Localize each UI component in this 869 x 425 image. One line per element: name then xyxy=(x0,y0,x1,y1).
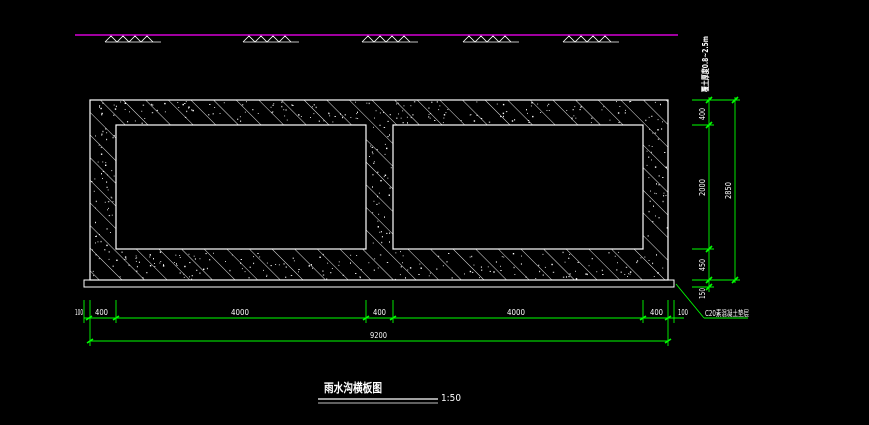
dim-top-slab: 400 xyxy=(698,108,707,120)
dim-cell-height: 2000 xyxy=(698,179,707,196)
dim-total-width: 9200 xyxy=(370,331,387,340)
dim-right-cell: 4000 xyxy=(507,308,525,317)
dim-right-wall: 400 xyxy=(650,308,663,317)
dim-cushion: 150 xyxy=(698,288,707,299)
dim-total-height: 2850 xyxy=(724,182,733,199)
cushion-note: C20素混凝土垫层 xyxy=(705,308,749,318)
dim-right-margin: 100 xyxy=(678,308,688,317)
cover-depth-note: 覆土厚度0.8~2.5m xyxy=(700,36,710,92)
left-cell xyxy=(115,124,367,250)
drawing-title: 雨水沟横板图 xyxy=(324,380,382,395)
ground-line xyxy=(75,34,678,43)
drawing-title-block: 雨水沟横板图 1:50 xyxy=(318,380,461,404)
cushion-layer xyxy=(83,279,675,288)
dim-left-margin: 100 xyxy=(75,308,83,317)
dim-mid-wall: 400 xyxy=(373,308,386,317)
dim-left-cell: 4000 xyxy=(231,308,249,317)
soil-symbols xyxy=(104,35,619,43)
dim-bottom-slab: 450 xyxy=(698,259,707,271)
right-cell xyxy=(392,124,644,250)
dim-left-wall: 400 xyxy=(95,308,108,317)
horizontal-dimension-labels: 100 400 4000 400 4000 400 100 9200 xyxy=(75,308,688,340)
culvert-section xyxy=(83,99,675,288)
drawing-scale: 1:50 xyxy=(441,393,461,404)
vertical-dimension-labels: 400 2000 450 150 2850 xyxy=(698,108,733,299)
drawing-canvas: 100 400 4000 400 4000 400 100 9200 400 2… xyxy=(75,34,749,404)
